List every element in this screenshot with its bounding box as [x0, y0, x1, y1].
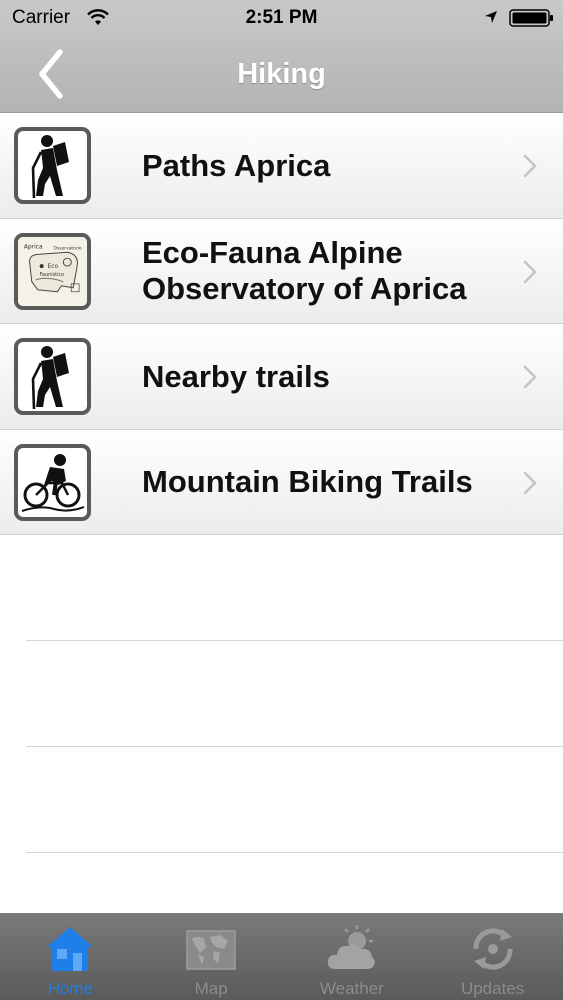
- tab-label: Updates: [460, 979, 525, 998]
- world-map-icon: [186, 930, 236, 970]
- tab-label: Map: [194, 979, 228, 998]
- bear-map-text-eco: Eco: [48, 264, 59, 270]
- bear-map-text-aprica: Aprica: [24, 244, 43, 250]
- refresh-icon: [473, 928, 513, 970]
- tab-label: Home: [47, 979, 94, 998]
- tab-map[interactable]: Map: [141, 913, 282, 1000]
- weather-icon: [327, 925, 375, 969]
- tab-weather[interactable]: Weather: [282, 913, 423, 1000]
- hiking-list: Paths Aprica Aprica Osservatorio Eco Fau…: [0, 113, 563, 535]
- bear-map-icon: Aprica Osservatorio Eco Faunistico: [14, 232, 91, 310]
- chevron-right-icon: [523, 365, 537, 389]
- status-time: 2:51 PM: [245, 7, 318, 28]
- location-arrow-icon: [485, 11, 497, 23]
- chevron-right-icon: [523, 260, 537, 283]
- mountain-bike-icon: [14, 443, 91, 521]
- list-item-paths-aprica[interactable]: Paths Aprica: [0, 113, 563, 219]
- list-item-label: Eco-Fauna Alpine Observatory of Aprica: [142, 235, 467, 306]
- tab-bar: Home Map Weather Updates: [0, 913, 563, 1000]
- tab-label: Weather: [319, 979, 384, 998]
- hiker-icon: [14, 338, 91, 415]
- empty-row-divider: [26, 852, 563, 853]
- bear-map-text-faunistico: Faunistico: [40, 272, 65, 278]
- list-item-mountain-biking[interactable]: Mountain Biking Trails: [0, 429, 563, 535]
- navigation-bar: Carrier 2:51 PM Hiking: [0, 0, 563, 113]
- empty-row-divider: [26, 746, 563, 747]
- chevron-right-icon: [523, 154, 537, 178]
- page-title: Hiking: [237, 58, 326, 90]
- empty-row-divider: [26, 640, 563, 641]
- list-item-label: Paths Aprica: [142, 147, 331, 183]
- bear-map-text-osservatorio: Osservatorio: [53, 245, 81, 251]
- chevron-right-icon: [523, 471, 537, 494]
- list-item-eco-fauna[interactable]: Aprica Osservatorio Eco Faunistico Eco-F…: [0, 218, 563, 324]
- tab-home[interactable]: Home: [0, 913, 141, 1000]
- home-icon: [47, 927, 94, 971]
- battery-icon: [509, 9, 553, 27]
- list-item-label: Nearby trails: [142, 358, 330, 394]
- hiker-icon: [14, 127, 91, 204]
- list-item-nearby-trails[interactable]: Nearby trails: [0, 324, 563, 430]
- status-bar: Carrier 2:51 PM: [0, 0, 563, 36]
- list-item-label: Mountain Biking Trails: [142, 464, 473, 499]
- tab-updates[interactable]: Updates: [422, 913, 563, 1000]
